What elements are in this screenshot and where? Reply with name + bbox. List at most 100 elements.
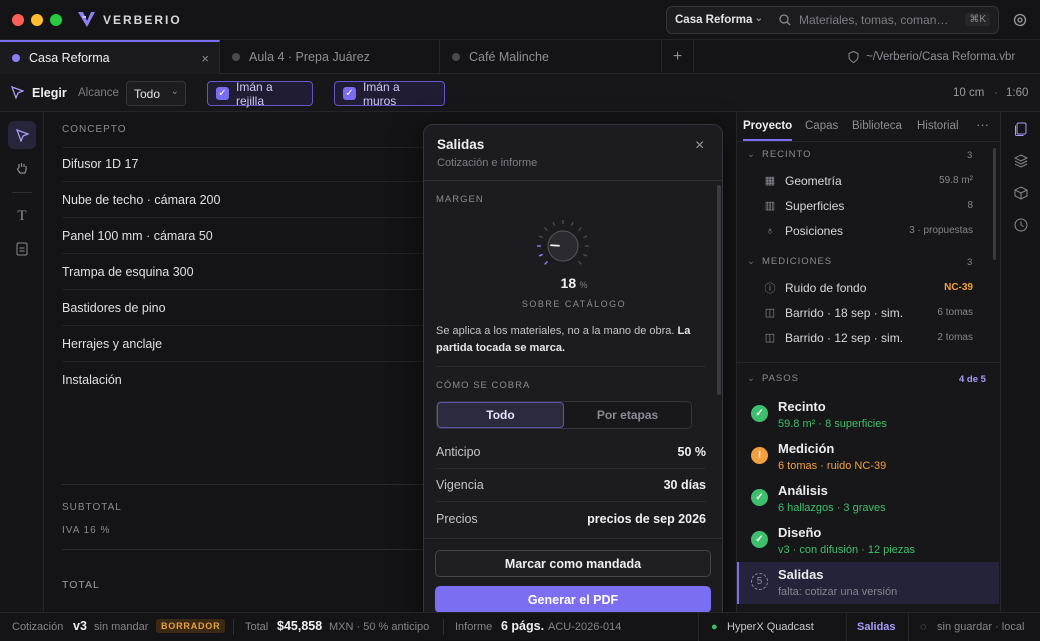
step-medicion[interactable]: ! Medición 6 tomas · ruido NC-39	[737, 436, 999, 478]
total-label: Total	[245, 621, 269, 633]
panel-tab-library[interactable]: Biblioteca	[852, 120, 902, 132]
note-tool-button[interactable]	[8, 235, 36, 263]
waveform-icon: ◫	[764, 307, 776, 319]
quote-version: v3	[73, 619, 87, 633]
panel-tab-layers[interactable]: Capas	[805, 120, 838, 132]
segment-stages[interactable]: Por etapas	[564, 402, 691, 428]
segment-all[interactable]: Todo	[437, 402, 564, 428]
bar-chart-icon: ▥	[764, 200, 776, 212]
table-row[interactable]: Trampa de esquina 300	[62, 254, 462, 290]
row-concept: Trampa de esquina 300	[62, 264, 194, 279]
select-tool-button[interactable]	[8, 121, 36, 149]
mediciones-header[interactable]: ⌄ MEDICIONES	[747, 256, 832, 267]
project-select[interactable]: Casa Reforma ⌄	[666, 6, 772, 34]
step-title: Diseño	[778, 525, 822, 540]
step-recinto[interactable]: ✓ Recinto 59.8 m² · 8 superficies	[737, 394, 999, 436]
table-row[interactable]: Difusor 1D 17	[62, 146, 462, 182]
pointer-tool-icon[interactable]	[10, 85, 25, 102]
generate-pdf-button[interactable]: Generar el PDF	[435, 586, 711, 613]
pasos-label: PASOS	[761, 373, 799, 384]
project-panel: Proyecto Capas Biblioteca Historial ··· …	[736, 112, 1000, 612]
status-separator	[233, 619, 234, 635]
scope-select[interactable]: Todo ⌄	[126, 81, 186, 106]
step-analisis[interactable]: ✓ Análisis 6 hallazgos · 3 graves	[737, 478, 999, 520]
outputs-dialog: Salidas Cotización e informe × MARGEN 18…	[423, 124, 723, 624]
pages-icon[interactable]	[1014, 122, 1028, 139]
validity-label: Vigencia	[436, 478, 484, 492]
margin-knob[interactable]	[532, 215, 594, 277]
brand-logo-icon	[78, 12, 95, 27]
tab-aula-4[interactable]: Aula 4 · Prepa Juárez	[220, 40, 440, 74]
table-row[interactable]: Bastidores de pino	[62, 290, 462, 326]
snap-walls-checkbox[interactable]: ✓ Imán a muros	[334, 80, 445, 108]
step-title: Salidas	[778, 567, 824, 582]
close-tab-icon[interactable]: ×	[201, 51, 209, 66]
tree-item-sweep-18[interactable]: ◫ Barrido · 18 sep · sim. 6 tomas	[763, 300, 973, 325]
validity-row[interactable]: Vigencia 30 días	[436, 469, 706, 502]
panel-scrollbar[interactable]	[993, 148, 996, 260]
margin-readout: 18 %	[424, 275, 722, 291]
quote-label: Cotización	[12, 621, 64, 633]
note-icon	[16, 242, 28, 256]
clock-icon[interactable]	[1014, 218, 1028, 235]
report-label: Informe	[455, 621, 493, 633]
recinto-header[interactable]: ⌄ RECINTO	[747, 149, 812, 160]
charge-segmented-control: Todo Por etapas	[436, 401, 692, 429]
step-salidas[interactable]: 5 Salidas falta: cotizar una versión	[737, 562, 999, 604]
tree-item-positions[interactable]: ♁ Posiciones 3 · propuestas	[763, 218, 973, 243]
scope-select-value: Todo	[134, 86, 161, 101]
settings-icon[interactable]	[1013, 13, 1027, 30]
tree-item-surfaces[interactable]: ▥ Superficies 8	[763, 193, 973, 218]
panel-tab-history[interactable]: Historial	[917, 120, 959, 132]
warning-icon: !	[751, 447, 768, 464]
more-icon[interactable]: ···	[976, 117, 989, 132]
snap-grid-checkbox[interactable]: ✓ Imán a rejilla	[207, 80, 313, 108]
step-subtitle: 6 hallazgos · 3 graves	[778, 502, 886, 514]
tree-item-sweep-12[interactable]: ◫ Barrido · 12 sep · sim. 2 tomas	[763, 325, 973, 350]
panel-tab-project[interactable]: Proyecto	[743, 120, 793, 141]
pasos-header[interactable]: ⌄ PASOS	[747, 373, 799, 384]
current-mode[interactable]: Salidas	[857, 621, 896, 633]
project-select-label: Casa Reforma	[675, 14, 753, 26]
mediciones-count: 3	[967, 257, 973, 268]
validity-value: 30 días	[663, 478, 706, 492]
table-row[interactable]: Instalación	[62, 362, 462, 398]
deposit-value: 50 %	[677, 445, 707, 459]
step-subtitle: 59.8 m² · 8 superficies	[778, 418, 887, 430]
knob-tick	[583, 253, 588, 257]
audio-device[interactable]: HyperX Quadcast	[727, 621, 814, 633]
row-concept: Herrajes y anclaje	[62, 336, 163, 351]
table-row[interactable]: Herrajes y anclaje	[62, 326, 462, 362]
microphone-icon: ●	[711, 621, 718, 633]
tree-item-background-noise[interactable]: ⓘ Ruido de fondo NC-39	[763, 275, 974, 300]
tree-item-value: 2 tomas	[937, 332, 973, 343]
search-input[interactable]: Materiales, tomas, coman… ⌘K	[771, 6, 999, 34]
chevron-down-icon: ⌄	[754, 13, 763, 24]
pan-tool-button[interactable]	[8, 154, 36, 182]
prices-value: precios de sep 2026	[587, 511, 706, 526]
mark-sent-button[interactable]: Marcar como mandada	[435, 550, 711, 577]
new-tab-button[interactable]: +	[662, 40, 694, 74]
table-row[interactable]: Panel 100 mm · cámara 50	[62, 218, 462, 254]
tab-cafe-malinche[interactable]: Café Malinche	[440, 40, 662, 74]
tree-item-geometry[interactable]: ▦ Geometría 59.8 m²	[763, 168, 973, 193]
cube-icon[interactable]	[1014, 186, 1028, 203]
table-row[interactable]: Nube de techo · cámara 200	[62, 182, 462, 218]
close-window-button[interactable]	[12, 14, 24, 26]
tree-item-value: NC-39	[944, 282, 973, 293]
close-dialog-icon[interactable]: ×	[695, 137, 704, 155]
knob-tick	[538, 253, 543, 257]
text-tool-button[interactable]: T	[8, 202, 36, 230]
tool-rail: T	[0, 112, 44, 612]
margin-value: 18	[560, 275, 577, 291]
step-diseno[interactable]: ✓ Diseño v3 · con difusión · 12 piezas	[737, 520, 999, 562]
prices-row[interactable]: Precios precios de sep 2026	[436, 502, 706, 535]
microphone-icon: ♁	[765, 224, 775, 237]
maximize-window-button[interactable]	[50, 14, 62, 26]
tab-casa-reforma[interactable]: Casa Reforma ×	[0, 40, 220, 74]
check-icon: ✓	[343, 87, 356, 100]
knob-tick	[544, 261, 548, 265]
minimize-window-button[interactable]	[31, 14, 43, 26]
layers-icon[interactable]	[1013, 154, 1029, 171]
deposit-row[interactable]: Anticipo 50 %	[436, 436, 706, 469]
